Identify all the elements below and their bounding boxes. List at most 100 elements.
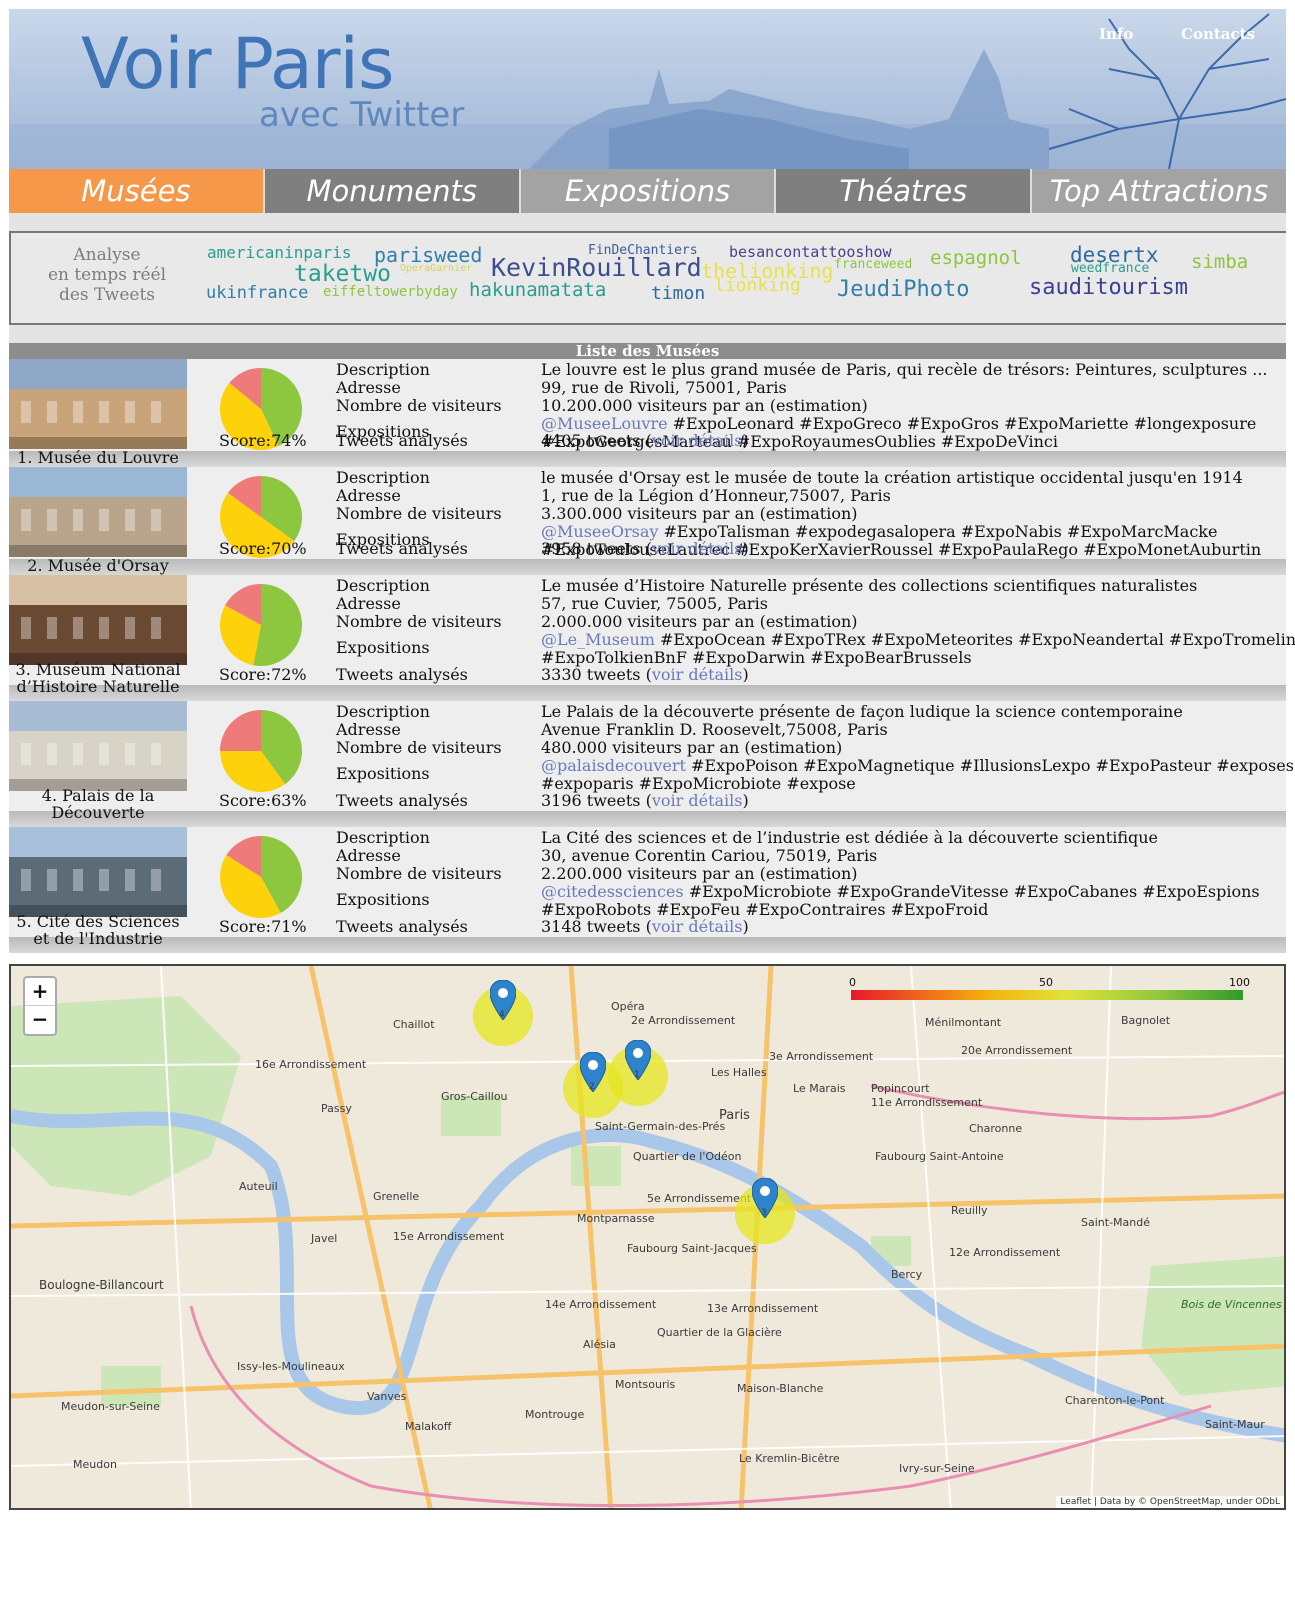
map-place-label: Le Marais [793,1082,846,1095]
tweet-count: 3148 tweets ( [541,917,652,936]
map-place-label: Meudon-sur-Seine [61,1400,160,1413]
map-marker-pin-icon[interactable]: 4 [489,979,517,1024]
row-separator [9,937,1286,953]
details-link[interactable]: voir détails [652,431,743,450]
museum-name[interactable]: 2. Musée d'Orsay [9,557,187,574]
museum-score: Score:74% [219,431,307,450]
museum-map[interactable]: Opéra 2e Arrondissement Chaillot 16e Arr… [9,964,1286,1510]
zoom-in-button[interactable]: + [25,978,55,1006]
map-marker-pin-icon[interactable]: 1 [624,1039,652,1084]
cloud-word[interactable]: espagnol [930,247,1022,269]
cloud-word[interactable]: OperaGarnier [400,263,472,274]
legend-max: 100 [1229,976,1250,989]
tweet-count-close: ) [742,665,749,684]
museum-description: Le louvre est le plus grand musée de Par… [541,360,1268,379]
museum-visitors: 10.200.000 visiteurs par an (estimation) [541,396,868,415]
label-adresse: Adresse [336,846,401,865]
tab-top-attractions[interactable]: Top Attractions [1032,169,1286,213]
twitter-handle-link[interactable]: @citedessciences [541,882,684,901]
museum-score: Score:63% [219,791,307,810]
museum-photo[interactable] [9,827,187,917]
cloud-word[interactable]: sauditourism [1029,275,1188,300]
museum-name[interactable]: 3. Muséum National d’Histoire Naturelle [9,661,187,695]
twitter-handle-link[interactable]: @palaisdecouvert [541,756,686,775]
map-place-label: Charonne [969,1122,1023,1135]
tab-monuments[interactable]: Monuments [264,169,521,213]
museum-name[interactable]: 1. Musée du Louvre [9,449,187,466]
museum-photo[interactable] [9,701,187,791]
map-attribution[interactable]: Leaflet | Data by © OpenStreetMap, under… [1056,1496,1284,1508]
tweet-count-close: ) [742,431,749,450]
map-marker-pin-icon[interactable]: 3 [751,1177,779,1222]
cloud-word[interactable]: franceweed [834,257,912,272]
map-place-label: Alésia [583,1338,616,1351]
museum-photo[interactable] [9,467,187,557]
cloud-word[interactable]: timon [651,283,705,304]
map-place-label: Montsouris [615,1378,676,1391]
marker-number: 4 [499,1010,505,1020]
cloud-word[interactable]: hakunamatata [469,279,606,301]
cloud-word[interactable]: americaninparis [207,243,352,262]
cloud-word[interactable]: KevinRouillard [491,253,702,282]
museum-name[interactable]: 4. Palais de la Découverte [9,787,187,821]
contacts-link[interactable]: Contacts [1181,25,1255,43]
museum-tweets: 3148 tweets (voir détails) [541,917,749,936]
cloud-word[interactable]: lionking [714,275,801,296]
map-place-label: Passy [321,1102,352,1115]
map-place-label: 15e Arrondissement [393,1230,505,1243]
cloud-word[interactable]: simba [1191,251,1248,273]
label-visiteurs: Nombre de visiteurs [336,864,502,883]
marker-number: 1 [634,1070,640,1080]
museum-photo[interactable] [9,575,187,665]
museum-name[interactable]: 5. Cité des Sciences et de l'Industrie [9,913,187,947]
hashtag-word-cloud: Analyse en temps réél des Tweets america… [9,231,1286,325]
map-place-label: Quartier de la Glacière [657,1326,782,1339]
museum-expositions-line1: @Le_Museum #ExpoOcean #ExpoTRex #ExpoMet… [541,630,1295,649]
main-nav: Musées Monuments Expositions Théatres To… [9,169,1286,213]
map-place-label: 20e Arrondissement [961,1044,1073,1057]
cloud-intro-line: des Tweets [58,285,156,305]
tab-musees[interactable]: Musées [9,169,265,213]
museum-visitors: 2.000.000 visiteurs par an (estimation) [541,612,858,631]
tweet-count: 3958 tweets ( [541,539,652,558]
map-place-label: 2e Arrondissement [631,1014,736,1027]
map-place-label: 12e Arrondissement [949,1246,1061,1259]
info-link[interactable]: Info [1099,25,1133,43]
cloud-word[interactable]: ukinfrance [206,283,308,303]
map-place-label: Gros-Caillou [441,1090,508,1103]
museum-description: Le Palais de la découverte présente de f… [541,702,1183,721]
label-adresse: Adresse [336,720,401,739]
museum-tweets: 3196 tweets (voir détails) [541,791,749,810]
museum-photo[interactable] [9,359,187,449]
museum-address: 99, rue de Rivoli, 75001, Paris [541,378,787,397]
site-logo-title: Voir Paris [81,23,394,105]
tab-theatres[interactable]: Théatres [776,169,1033,213]
map-place-label: Bois de Vincennes [1181,1298,1282,1311]
score-color-legend [851,990,1243,1000]
expo-hashtags: #ExpoOcean #ExpoTRex #ExpoMeteorites #Ex… [654,630,1295,649]
details-link[interactable]: voir détails [652,917,743,936]
label-description: Description [336,576,430,595]
details-link[interactable]: voir détails [652,665,743,684]
tweet-count: 3330 tweets ( [541,665,652,684]
map-place-label: Ménilmontant [925,1016,1002,1029]
museum-tweets: 3958 tweets (voir détails) [541,539,749,558]
cloud-word[interactable]: eiffeltowerbyday [323,284,458,300]
cloud-word[interactable]: weedfrance [1071,261,1149,276]
zoom-out-button[interactable]: − [25,1006,55,1034]
details-link[interactable]: voir détails [652,791,743,810]
museum-row: 5. Cité des Sciences et de l'Industrie S… [9,827,1286,947]
map-marker-pin-icon[interactable]: 2 [579,1051,607,1096]
cloud-word[interactable]: JeudiPhoto [837,277,969,302]
pie-slice-negative [220,710,261,751]
details-link[interactable]: voir détails [652,539,743,558]
label-expositions: Expositions [336,638,430,657]
map-place-label: Montrouge [525,1408,585,1421]
map-place-label: Faubourg Saint-Jacques [627,1242,757,1255]
twitter-handle-link[interactable]: @Le_Museum [541,630,655,649]
tab-expositions[interactable]: Expositions [520,169,777,213]
label-description: Description [336,828,430,847]
map-place-label: Boulogne-Billancourt [39,1278,164,1292]
row-separator [9,685,1286,701]
museum-description: le musée d'Orsay est le musée de toute l… [541,468,1243,487]
